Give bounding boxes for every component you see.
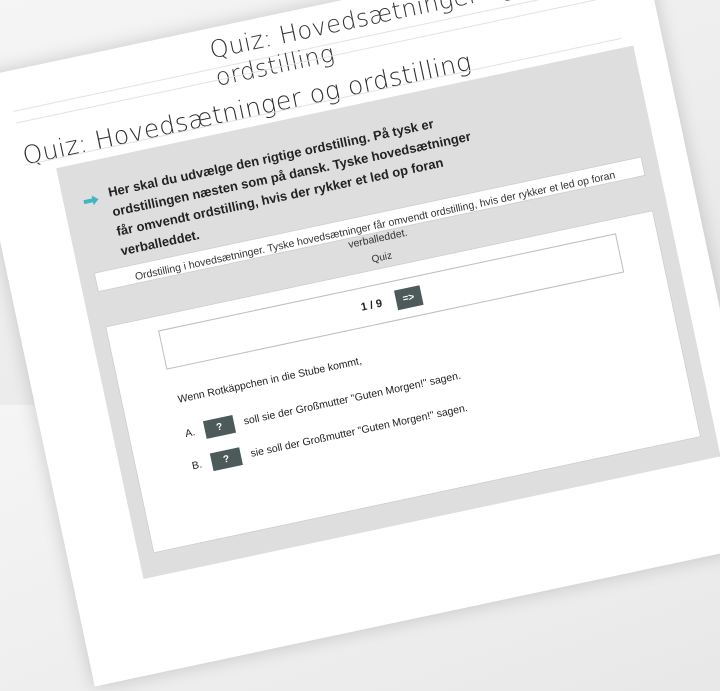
select-option-a-button[interactable]: ? bbox=[202, 414, 236, 439]
option-letter: A. bbox=[184, 426, 197, 441]
tilted-page-view: Quiz: Hovedsætninger og ordstilling Quiz… bbox=[0, 0, 720, 687]
content-card: Quiz: Hovedsætninger og ordstilling Quiz… bbox=[0, 0, 720, 687]
card-inner: Quiz: Hovedsætninger og ordstilling Quiz… bbox=[5, 0, 720, 678]
progress-indicator: 1 / 9 bbox=[359, 297, 384, 314]
arrow-right-icon bbox=[82, 191, 100, 206]
next-question-button[interactable]: => bbox=[393, 285, 424, 311]
option-letter: B. bbox=[190, 458, 204, 473]
select-option-b-button[interactable]: ? bbox=[209, 447, 243, 472]
